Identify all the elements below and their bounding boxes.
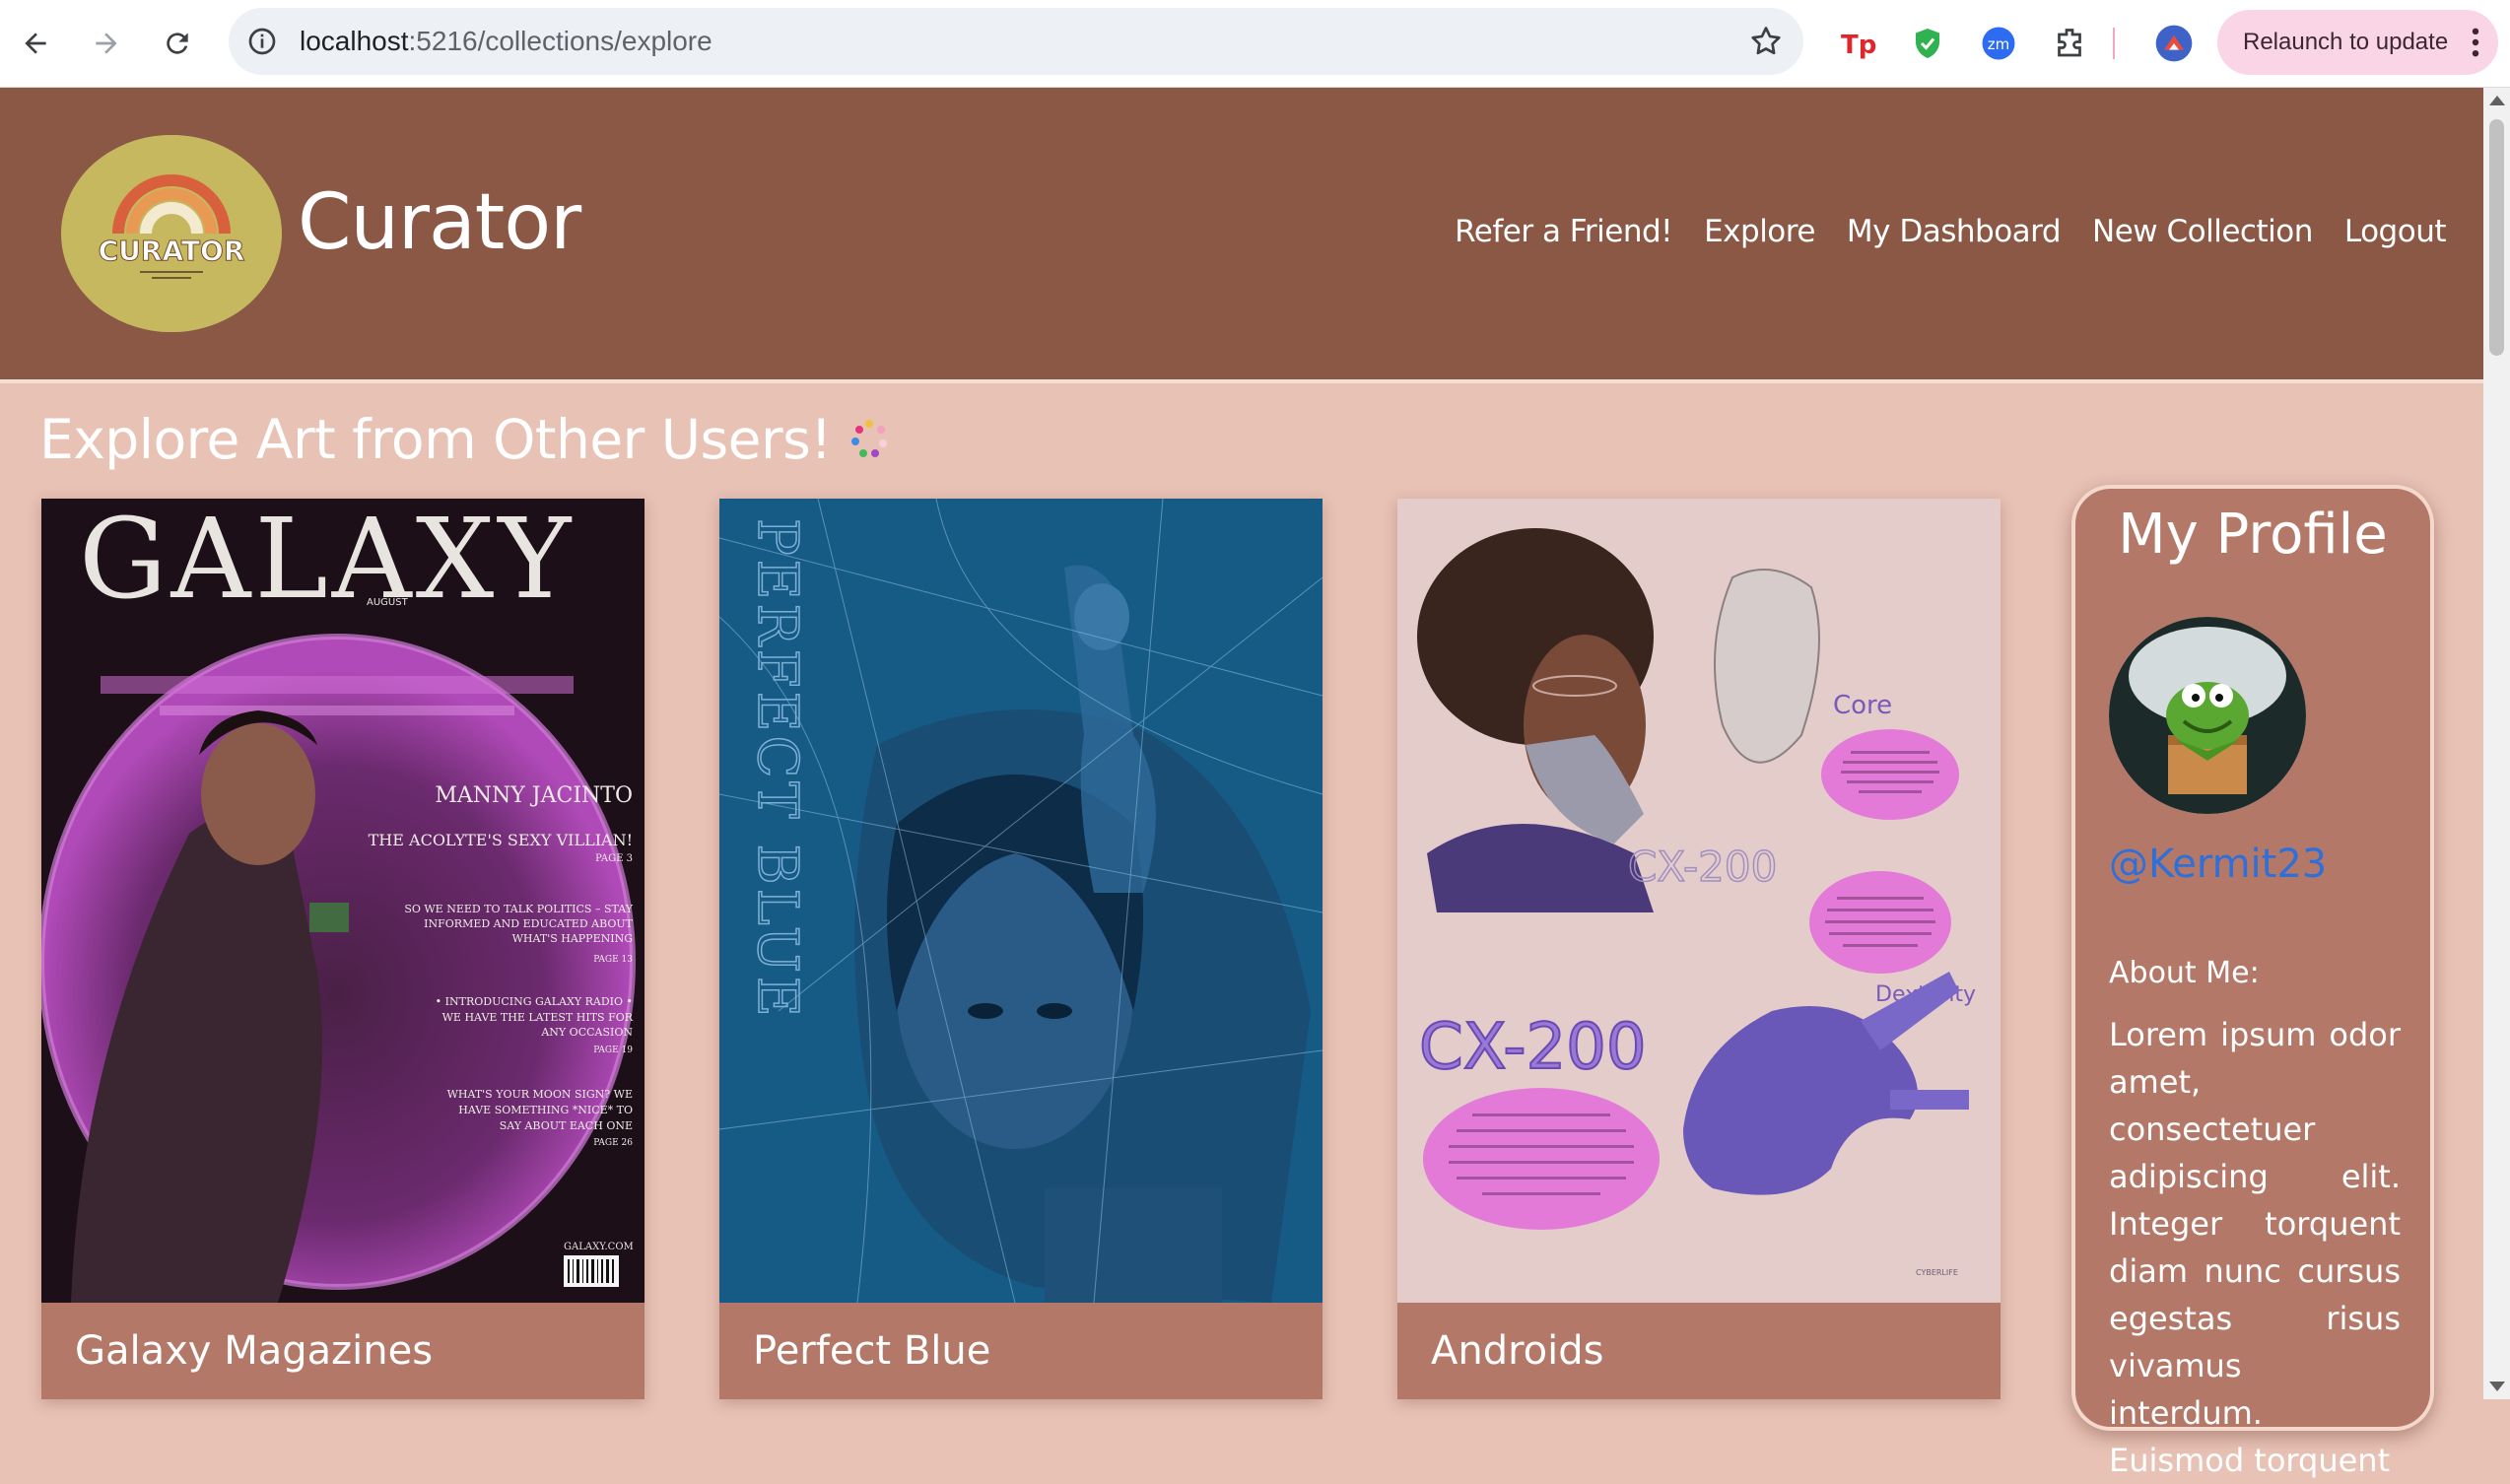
collection-card-perfect-blue[interactable]: PERFECT BLUE Perfect Blue [719, 499, 1323, 1399]
cx-200-android-sheet[interactable]: Core Dexterity CX-200 CX-200 CYBERLIFE [1397, 499, 2001, 1303]
galaxy-cover-line-5: INFORMED AND EDUCATED ABOUT [424, 917, 633, 930]
svg-text:zm: zm [1988, 35, 2010, 53]
scroll-up-arrow-icon[interactable] [2489, 96, 2505, 105]
galaxy-cover-line-9: WE HAVE THE LATEST HITS FOR [442, 1011, 634, 1024]
android-model-large: CX-200 [1419, 1011, 1647, 1084]
galaxy-magazine-cover[interactable]: GALAXY AUGUST MANNY JACINTO THE ACOLYTE'… [41, 499, 644, 1303]
galaxy-cover-line-2: THE ACOLYTE'S SEXY VILLIAN! [369, 831, 633, 849]
nav-new-collection[interactable]: New Collection [2092, 214, 2313, 249]
profile-panel: My Profile @Kermit23 About Me: Lorem ips… [2071, 485, 2434, 1479]
galaxy-cover-line-11: PAGE 19 [593, 1046, 633, 1055]
perfect-blue-vertical-title: PERFECT BLUE [745, 518, 809, 1021]
galaxy-cover-line-14: SAY ABOUT EACH ONE [500, 1119, 633, 1132]
about-me-label: About Me: [2109, 956, 2260, 990]
page-heading-text: Explore Art from Other Users! [39, 408, 832, 471]
scrollbar-thumb[interactable] [2489, 119, 2504, 356]
collection-title[interactable]: Galaxy Magazines [75, 1328, 433, 1374]
back-arrow-icon[interactable] [10, 18, 61, 69]
galaxy-cover-line-1: MANNY JACINTO [435, 783, 633, 808]
profile-heading: My Profile [2118, 503, 2388, 567]
galaxy-cover-line-6: WHAT'S HAPPENING [512, 932, 633, 945]
about-me-text: Lorem ipsum odor amet, consectetuer adip… [2109, 1016, 2401, 1479]
address-bar[interactable]: localhost:5216/collections/explore [229, 8, 1803, 75]
galaxy-cover-line-10: ANY OCCASION [540, 1026, 633, 1039]
galaxy-month: AUGUST [367, 597, 409, 608]
galaxy-cover-line-4: SO WE NEED TO TALK POLITICS – STAY [404, 903, 633, 915]
barcode [564, 1255, 619, 1287]
galaxy-cover-line-3: PAGE 3 [595, 853, 633, 864]
bookmark-star-icon[interactable] [1748, 24, 1784, 59]
galaxy-masthead: GALAXY [79, 499, 575, 624]
galaxy-cover-line-8: • INTRODUCING GALAXY RADIO • [436, 995, 633, 1008]
galaxy-cover-line-12: WHAT'S YOUR MOON SIGN? WE [447, 1088, 633, 1101]
site-nav: Refer a Friend! Explore My Dashboard New… [1455, 214, 2446, 249]
galaxy-cover-line-15: PAGE 26 [593, 1138, 633, 1148]
toolbar-divider [2109, 22, 2119, 65]
android-label-core: Core [1833, 691, 1892, 720]
reload-icon[interactable] [152, 18, 203, 69]
extensions-puzzle-icon[interactable] [2048, 22, 2091, 65]
collection-card-galaxy-magazines[interactable]: GALAXY AUGUST MANNY JACINTO THE ACOLYTE'… [41, 499, 644, 1399]
profile-avatar[interactable] [2109, 617, 2306, 814]
relaunch-button[interactable]: Relaunch to update [2217, 10, 2498, 75]
loading-dots-icon [850, 420, 887, 457]
page-scrollbar[interactable] [2483, 88, 2510, 1399]
android-model-small: CX-200 [1628, 843, 1777, 891]
curator-logo[interactable]: CURATOR [61, 135, 282, 332]
url-host: localhost [300, 26, 409, 56]
nav-refer-a-friend[interactable]: Refer a Friend! [1455, 214, 1672, 249]
android-brand: CYBERLIFE [1916, 1268, 1958, 1277]
nav-my-dashboard[interactable]: My Dashboard [1847, 214, 2062, 249]
logo-text: CURATOR [99, 235, 245, 267]
galaxy-site-url: GALAXY.COM [564, 1242, 634, 1252]
site-header: CURATOR Curator Refer a Friend! Explore … [0, 88, 2483, 383]
collection-title[interactable]: Androids [1431, 1328, 1604, 1374]
page-heading: Explore Art from Other Users! [39, 408, 893, 471]
url-path: :5216/collections/explore [408, 26, 712, 56]
url-text: localhost:5216/collections/explore [300, 8, 712, 75]
profile-username[interactable]: @Kermit23 [2109, 842, 2327, 887]
collection-card-androids[interactable]: Core Dexterity CX-200 CX-200 CYBERLIFE A… [1397, 499, 2001, 1399]
forward-arrow-icon[interactable] [81, 18, 132, 69]
profile-avatar-icon[interactable] [2152, 22, 2196, 65]
svg-text:Tp: Tp [1841, 31, 1876, 60]
browser-chrome: localhost:5216/collections/explore Tp zm… [0, 0, 2510, 88]
site-info-icon[interactable] [242, 22, 282, 61]
site-title: Curator [298, 178, 581, 267]
tp-extension-icon[interactable]: Tp [1835, 22, 1878, 65]
collection-title[interactable]: Perfect Blue [753, 1328, 990, 1374]
zoom-extension-icon[interactable]: zm [1977, 22, 2020, 65]
nav-explore[interactable]: Explore [1704, 214, 1815, 249]
relaunch-label: Relaunch to update [2243, 29, 2449, 55]
galaxy-cover-line-7: PAGE 13 [593, 955, 633, 965]
perfect-blue-poster[interactable]: PERFECT BLUE [719, 499, 1323, 1303]
shield-extension-icon[interactable] [1906, 22, 1949, 65]
scroll-down-arrow-icon[interactable] [2489, 1382, 2505, 1391]
galaxy-cover-line-13: HAVE SOMETHING *NICE* TO [458, 1104, 633, 1116]
nav-logout[interactable]: Logout [2344, 214, 2447, 249]
more-menu-icon[interactable] [2471, 27, 2480, 58]
